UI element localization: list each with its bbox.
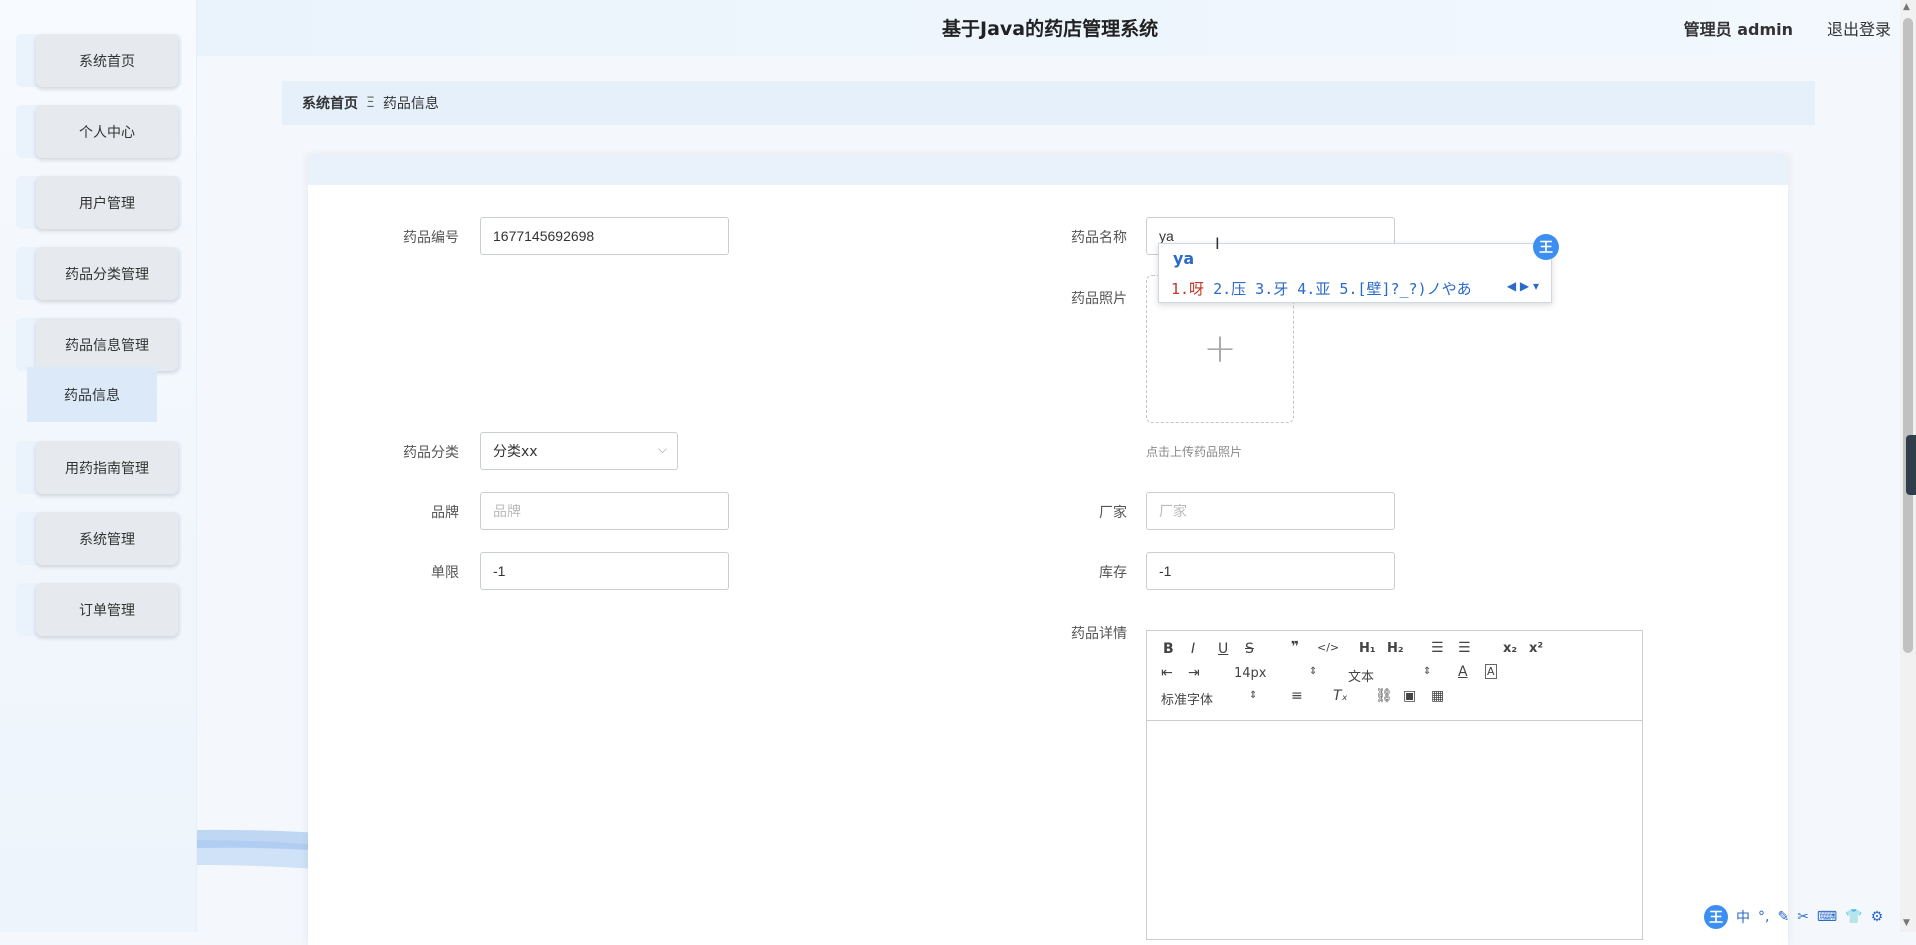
keyboard-icon[interactable]: ⌨ (1817, 909, 1837, 925)
breadcrumb-home[interactable]: 系统首页 (302, 93, 358, 113)
ime-status-bar: 王 中 °, ✎ ✂ ⌨ 👕 ⚙ (1704, 905, 1900, 929)
brand-input[interactable] (480, 492, 729, 530)
sidebar-item-home[interactable]: 系统首页 (16, 34, 182, 87)
code-block-icon[interactable]: </> (1317, 641, 1339, 654)
limit-input[interactable] (480, 552, 729, 590)
side-floating-tab[interactable] (1906, 435, 1916, 495)
header-type-arrows-icon: ⇕ (1423, 666, 1432, 677)
breadcrumb-current: 药品信息 (382, 96, 439, 112)
breadcrumb: 系统首页 Ξ 药品信息 (282, 81, 1815, 125)
outdent-icon[interactable]: ⇤ (1161, 665, 1173, 681)
ime-candidate-first[interactable]: 1.呀 (1171, 280, 1204, 298)
skin-icon[interactable]: 👕 (1845, 909, 1862, 925)
detail-label: 药品详情 (1071, 626, 1127, 642)
header-type-select[interactable]: 文本 (1348, 666, 1374, 685)
sidebar-item-label: 订单管理 (36, 583, 178, 636)
video-icon[interactable]: ▦ (1431, 688, 1444, 704)
background-color-icon[interactable]: A (1485, 664, 1497, 679)
image-icon[interactable]: ▣ (1403, 688, 1416, 704)
sidebar-item-label: 系统管理 (36, 512, 178, 565)
clear-format-icon[interactable]: Tₓ (1333, 688, 1348, 704)
sidebar-item-drug-info[interactable]: 药品信息管理 (16, 318, 182, 371)
punctuation-icon[interactable]: °, (1758, 909, 1769, 925)
chevron-down-icon: ⌵ (657, 442, 667, 456)
pen-icon[interactable]: ✎ (1777, 909, 1789, 925)
category-label: 药品分类 (403, 445, 459, 461)
bold-icon[interactable]: B (1163, 641, 1174, 657)
logout-link[interactable]: 退出登录 (1827, 16, 1891, 40)
sidebar-item-users[interactable]: 用户管理 (16, 176, 182, 229)
sidebar-item-label: 用药指南管理 (36, 441, 178, 494)
code-label: 药品编号 (403, 230, 459, 246)
sidebar-item-label: 药品分类管理 (36, 247, 178, 300)
heading2-icon[interactable]: H₂ (1387, 641, 1404, 656)
breadcrumb-separator-icon: Ξ (366, 95, 375, 111)
indent-icon[interactable]: ⇥ (1188, 665, 1200, 681)
sidebar-item-label: 个人中心 (36, 105, 178, 158)
blockquote-icon[interactable]: ❞ (1291, 639, 1299, 655)
font-size-arrows-icon: ⇕ (1309, 666, 1318, 677)
ime-logo-icon: 王 (1533, 234, 1559, 260)
category-value: 分类xx (493, 444, 538, 460)
stock-label: 库存 (1099, 565, 1127, 581)
sidebar-item-orders[interactable]: 订单管理 (16, 583, 182, 636)
settings-gear-icon[interactable]: ⚙ (1871, 909, 1884, 925)
sidebar-item-guide[interactable]: 用药指南管理 (16, 441, 182, 494)
app-title: 基于Java的药店管理系统 (942, 18, 1159, 40)
submenu-drug-info[interactable]: 药品信息 (27, 367, 157, 422)
brand-label: 品牌 (431, 505, 459, 521)
maker-input[interactable] (1146, 492, 1395, 530)
superscript-icon[interactable]: x² (1529, 641, 1543, 656)
font-size-select[interactable]: 14px (1234, 666, 1267, 681)
code-input[interactable] (480, 217, 729, 255)
scroll-up-icon[interactable]: ▲ (1903, 2, 1910, 12)
sidebar-item-label: 系统首页 (36, 34, 178, 87)
stock-input[interactable] (1146, 552, 1395, 590)
font-color-icon[interactable]: A (1458, 664, 1468, 680)
sidebar-item-profile[interactable]: 个人中心 (16, 105, 182, 158)
editor-content-area[interactable] (1147, 721, 1642, 939)
ordered-list-icon[interactable]: ☰ (1431, 640, 1444, 656)
align-icon[interactable]: ≡ (1291, 688, 1303, 704)
ime-mode-label[interactable]: 中 (1736, 907, 1750, 927)
name-label: 药品名称 (1071, 230, 1127, 246)
header: 基于Java的药店管理系统 管理员 admin 退出登录 (197, 0, 1916, 56)
subscript-icon[interactable]: x₂ (1503, 641, 1517, 656)
strikethrough-icon[interactable]: S (1245, 641, 1254, 657)
sidebar-item-label: 用户管理 (36, 176, 178, 229)
font-family-arrows-icon: ⇕ (1249, 690, 1258, 701)
font-family-select[interactable]: 标准字体 (1161, 689, 1213, 708)
ime-status-logo-icon[interactable]: 王 (1704, 905, 1728, 929)
editor-toolbar: B I U S ❞ </> H₁ H₂ ☰ ☰ x₂ x² ⇤ ⇥ 14px ⇕… (1147, 631, 1642, 721)
rich-text-editor: B I U S ❞ </> H₁ H₂ ☰ ☰ x₂ x² ⇤ ⇥ 14px ⇕… (1146, 630, 1643, 940)
scrollbar-thumb[interactable] (1903, 18, 1913, 653)
sidebar: 系统首页 个人中心 用户管理 药品分类管理 药品信息管理 用药指南管理 系统管理… (0, 0, 197, 932)
scroll-down-icon[interactable]: ▼ (1903, 918, 1910, 928)
bullet-list-icon[interactable]: ☰ (1458, 640, 1471, 656)
scissors-icon[interactable]: ✂ (1797, 909, 1809, 925)
ime-pinyin: ya (1173, 249, 1195, 268)
ime-page-arrows-icon[interactable]: ◀ ▶ ▾ (1507, 279, 1539, 293)
link-icon[interactable]: ⛓ (1375, 688, 1393, 704)
sidebar-item-system[interactable]: 系统管理 (16, 512, 182, 565)
photo-label: 药品照片 (1071, 291, 1127, 307)
maker-label: 厂家 (1099, 505, 1127, 521)
plus-icon: + (1203, 326, 1237, 372)
ime-candidates[interactable]: 1.呀 2.压 3.牙 4.亚 5.[壁]?_?)ノやあ (1171, 278, 1472, 299)
heading1-icon[interactable]: H₁ (1359, 641, 1376, 656)
ime-candidates-rest[interactable]: 2.压 3.牙 4.亚 5.[壁]?_?)ノやあ (1204, 280, 1472, 298)
category-select[interactable]: 分类xx ⌵ (480, 432, 678, 470)
text-cursor-icon: I (1215, 234, 1220, 253)
panel-header (308, 155, 1788, 185)
sidebar-item-drug-category[interactable]: 药品分类管理 (16, 247, 182, 300)
photo-upload-tip: 点击上传药品照片 (1146, 445, 1243, 459)
admin-user: 管理员 admin (1683, 20, 1793, 39)
sidebar-item-label: 药品信息管理 (36, 318, 178, 371)
limit-label: 单限 (431, 565, 459, 581)
italic-icon[interactable]: I (1191, 641, 1195, 657)
underline-icon[interactable]: U (1218, 641, 1228, 657)
